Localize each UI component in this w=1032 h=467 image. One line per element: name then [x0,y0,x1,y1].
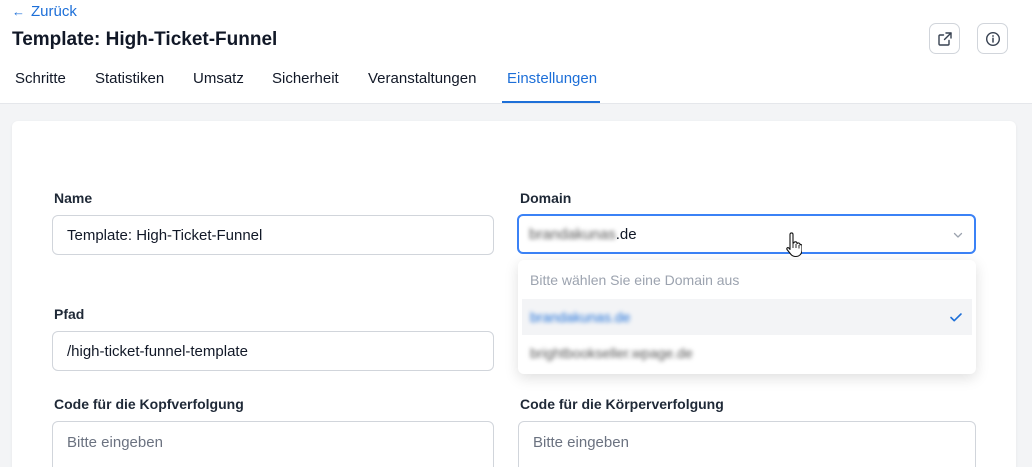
tab-bar: Schritte Statistiken Umsatz Sicherheit V… [0,58,1032,104]
tab-statistiken[interactable]: Statistiken [95,70,164,87]
domain-label: Domain [520,190,572,206]
path-label: Pfad [54,306,85,322]
path-input[interactable]: /high-ticket-funnel-template [52,331,494,371]
option-label: brightbookseller.wpage.de [530,345,693,361]
open-external-button[interactable] [929,23,960,54]
name-input[interactable]: Template: High-Ticket-Funnel [52,215,494,255]
top-header: ← Zurück Template: High-Ticket-Funnel Sc… [0,0,1032,104]
name-label: Name [54,190,93,206]
page-title: Template: High-Ticket-Funnel [12,29,278,50]
tab-veranstaltungen[interactable]: Veranstaltungen [368,70,476,87]
tab-sicherheit[interactable]: Sicherheit [272,70,339,87]
back-link[interactable]: ← Zurück [12,3,77,20]
info-icon [985,31,1000,46]
domain-select[interactable]: brandakunas .de [517,214,976,254]
body-code-label: Code für die Körperverfolgung [520,396,724,412]
domain-selected-value-blurred: brandakunas [529,225,616,243]
dropdown-option[interactable]: brightbookseller.wpage.de [518,335,976,371]
hand-pointer-cursor-icon [786,232,802,258]
tab-schritte[interactable]: Schritte [15,70,66,87]
head-code-label: Code für die Kopfverfolgung [54,396,244,412]
domain-selected-suffix: .de [615,225,637,243]
body-code-textarea[interactable]: Bitte eingeben [518,421,976,467]
back-link-label: Zurück [31,3,77,20]
dropdown-placeholder-option: Bitte wählen Sie eine Domain aus [530,272,740,288]
dropdown-option-selected[interactable]: brandakunas.de [522,299,972,335]
active-tab-indicator [502,101,600,103]
domain-dropdown-menu: Bitte wählen Sie eine Domain aus brandak… [518,260,976,374]
tab-umsatz[interactable]: Umsatz [193,70,244,87]
tab-einstellungen[interactable]: Einstellungen [507,70,597,87]
external-link-icon [937,31,952,46]
arrow-left-icon: ← [12,4,25,19]
option-label: brandakunas.de [530,309,631,325]
check-icon [950,313,962,322]
info-button[interactable] [977,23,1008,54]
chevron-down-icon [953,232,963,238]
head-code-textarea[interactable]: Bitte eingeben [52,421,494,467]
